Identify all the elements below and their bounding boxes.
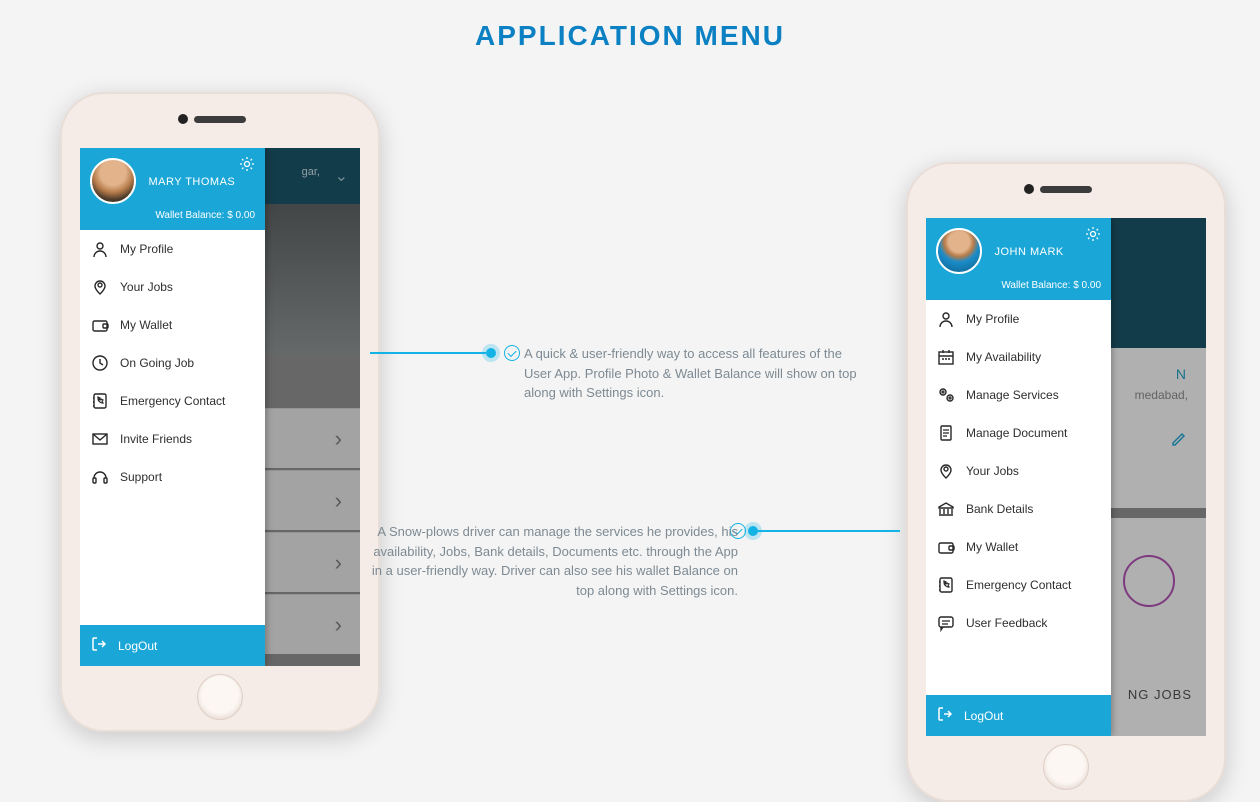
- menu-item-label: Bank Details: [966, 502, 1033, 516]
- phone-driver: N medabad, NG JOBS JOHN MARK Wallet Bala…: [906, 162, 1226, 802]
- driver-menu-item[interactable]: Bank Details: [926, 490, 1111, 528]
- bank-icon: [936, 499, 956, 519]
- wallet-balance: Wallet Balance: $ 0.00: [936, 280, 1101, 291]
- map-pin-icon: [90, 277, 110, 297]
- logout-label: LogOut: [118, 639, 157, 653]
- annotation-driver: A Snow-plows driver can manage the servi…: [368, 522, 738, 600]
- wallet-balance: Wallet Balance: $ 0.00: [90, 210, 255, 221]
- user-menu-item[interactable]: My Wallet: [80, 306, 265, 344]
- document-icon: [936, 423, 956, 443]
- user-menu-item[interactable]: My Profile: [80, 230, 265, 268]
- user-menu-item[interactable]: On Going Job: [80, 344, 265, 382]
- drawer-header: JOHN MARK Wallet Balance: $ 0.00: [926, 218, 1111, 300]
- menu-item-label: My Availability: [966, 350, 1041, 364]
- menu-item-label: My Wallet: [966, 540, 1018, 554]
- menu-item-label: Manage Services: [966, 388, 1059, 402]
- annotation-connector: [370, 352, 486, 354]
- driver-menu-item[interactable]: My Availability: [926, 338, 1111, 376]
- settings-button[interactable]: [1085, 226, 1101, 242]
- wallet-icon: [90, 315, 110, 335]
- menu-item-label: Your Jobs: [966, 464, 1019, 478]
- user-icon: [90, 239, 110, 259]
- menu-item-label: Emergency Contact: [120, 394, 225, 408]
- nav-drawer-driver: JOHN MARK Wallet Balance: $ 0.00 My Prof…: [926, 218, 1111, 736]
- driver-menu-item[interactable]: Manage Document: [926, 414, 1111, 452]
- home-button[interactable]: [197, 674, 243, 720]
- check-circle-icon: [504, 345, 520, 361]
- camera-icon: [1024, 184, 1034, 194]
- annotation-user: A quick & user-friendly way to access al…: [524, 344, 864, 403]
- headset-icon: [90, 467, 110, 487]
- driver-menu-item[interactable]: User Feedback: [926, 604, 1111, 642]
- menu-item-label: My Profile: [966, 312, 1019, 326]
- driver-menu-item[interactable]: Manage Services: [926, 376, 1111, 414]
- user-name: JOHN MARK: [994, 246, 1063, 258]
- driver-menu-item[interactable]: Your Jobs: [926, 452, 1111, 490]
- screen-user: gar, ⌄ › › › › MARY THOMAS Wallet Balanc…: [80, 148, 360, 666]
- annotation-connector: [752, 530, 900, 532]
- screen-driver: N medabad, NG JOBS JOHN MARK Wallet Bala…: [926, 218, 1206, 736]
- user-menu-item[interactable]: Support: [80, 458, 265, 496]
- driver-menu-item[interactable]: My Profile: [926, 300, 1111, 338]
- avatar[interactable]: [90, 158, 136, 204]
- user-name: MARY THOMAS: [148, 176, 235, 188]
- menu-item-label: Manage Document: [966, 426, 1067, 440]
- wallet-icon: [936, 537, 956, 557]
- menu-item-label: My Profile: [120, 242, 173, 256]
- cogs-icon: [936, 385, 956, 405]
- user-menu-item[interactable]: Emergency Contact: [80, 382, 265, 420]
- annotation-dot: [748, 526, 758, 536]
- phone-book-icon: [936, 575, 956, 595]
- user-icon: [936, 309, 956, 329]
- driver-menu-item[interactable]: My Wallet: [926, 528, 1111, 566]
- menu-item-label: User Feedback: [966, 616, 1047, 630]
- drawer-menu: My Profile My Availability Manage Services…: [926, 300, 1111, 695]
- menu-item-label: My Wallet: [120, 318, 172, 332]
- drawer-menu: My Profile Your Jobs My Wallet On Going Job…: [80, 230, 265, 625]
- page-title: APPLICATION MENU: [0, 0, 1260, 52]
- map-pin-icon: [936, 461, 956, 481]
- menu-item-label: Support: [120, 470, 162, 484]
- clock-icon: [90, 353, 110, 373]
- driver-menu-item[interactable]: Emergency Contact: [926, 566, 1111, 604]
- home-button[interactable]: [1043, 744, 1089, 790]
- chat-icon: [936, 613, 956, 633]
- logout-button[interactable]: LogOut: [80, 625, 265, 666]
- logout-label: LogOut: [964, 709, 1003, 723]
- camera-icon: [178, 114, 188, 124]
- calendar-icon: [936, 347, 956, 367]
- settings-button[interactable]: [239, 156, 255, 172]
- menu-item-label: On Going Job: [120, 356, 194, 370]
- menu-item-label: Your Jobs: [120, 280, 173, 294]
- logout-button[interactable]: LogOut: [926, 695, 1111, 736]
- avatar[interactable]: [936, 228, 982, 274]
- annotation-dot: [486, 348, 496, 358]
- user-menu-item[interactable]: Invite Friends: [80, 420, 265, 458]
- menu-item-label: Emergency Contact: [966, 578, 1071, 592]
- envelope-icon: [90, 429, 110, 449]
- drawer-header: MARY THOMAS Wallet Balance: $ 0.00: [80, 148, 265, 230]
- phone-book-icon: [90, 391, 110, 411]
- user-menu-item[interactable]: Your Jobs: [80, 268, 265, 306]
- phone-user: gar, ⌄ › › › › MARY THOMAS Wallet Balanc…: [60, 92, 380, 732]
- menu-item-label: Invite Friends: [120, 432, 192, 446]
- nav-drawer-user: MARY THOMAS Wallet Balance: $ 0.00 My Pr…: [80, 148, 265, 666]
